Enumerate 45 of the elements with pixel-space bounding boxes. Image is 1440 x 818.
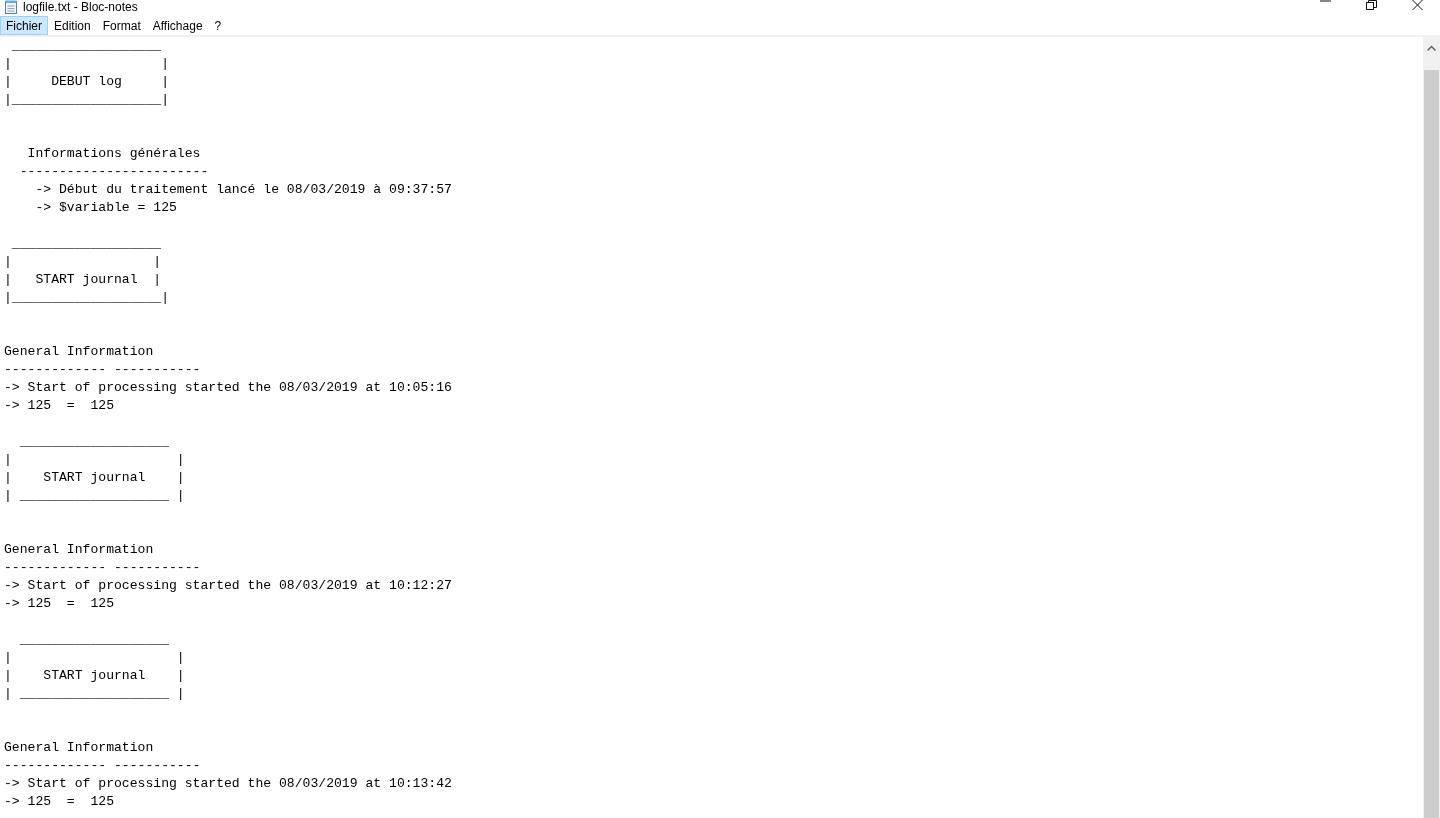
scroll-up-arrow-icon[interactable] (1427, 45, 1436, 51)
text-line: General Information (4, 344, 154, 359)
text-line: -> 125 = 125 (4, 794, 114, 809)
menu-item[interactable]: Edition (48, 16, 97, 35)
text-line: -> Début du traitement lancé le 08/03/2019 à 09:37:57 (34, 182, 452, 197)
text-line: | | (4, 452, 185, 467)
text-line: -> Start of processing started the 08/03/2019 at 10:05:16 (4, 380, 452, 395)
notepad-icon (4, 0, 18, 14)
text-line: ------------- ----------- (4, 362, 201, 377)
text-line: -> Start of processing started the 08/03/2019 at 10:12:27 (4, 578, 452, 593)
text-line: ___________________ (18, 632, 169, 647)
scrollbar[interactable] (1423, 37, 1440, 818)
menu-item[interactable]: Fichier (0, 16, 48, 35)
text-line: -> 125 = 125 (4, 398, 114, 413)
text-line: ___________________ (18, 434, 169, 449)
text-line: | START journal | (4, 470, 185, 485)
restore-icon[interactable] (1365, 0, 1377, 10)
text-line: General Information (4, 740, 154, 755)
text-line: |___________________| (4, 290, 169, 305)
text-line: | | (4, 56, 169, 71)
window-title: logfile.txt - Bloc-notes (23, 0, 138, 14)
text-line: | DEBUT log | (4, 74, 169, 89)
text-line: | | (4, 650, 185, 665)
text-line: ___________________ (10, 236, 162, 251)
text-line: | ___________________ | (4, 488, 185, 503)
text-line: | START journal | (4, 272, 162, 287)
text-line: -> Start of processing started the 08/03/2019 at 10:13:42 (4, 776, 452, 791)
menu-item[interactable]: Format (96, 16, 147, 35)
menu-item[interactable]: ? (208, 16, 228, 35)
minimize-icon[interactable] (1319, 0, 1331, 2)
text-line: ------------- ----------- (4, 560, 201, 575)
text-line: -> $variable = 125 (34, 200, 177, 215)
text-line: Informations générales (26, 146, 201, 161)
scroll-thumb[interactable] (1424, 70, 1439, 818)
text-line: | START journal | (4, 668, 185, 683)
close-icon[interactable] (1411, 0, 1423, 10)
text-line: ___________________ (10, 38, 162, 53)
text-line: | ___________________ | (4, 686, 185, 701)
text-line: ------------- ----------- (4, 758, 201, 773)
text-line: -> 125 = 125 (4, 596, 114, 611)
text-line: ------------------------ (18, 164, 209, 179)
text-line: General Information (4, 542, 154, 557)
text-line: | | (4, 254, 162, 269)
menu-item[interactable]: Affichage (146, 16, 209, 35)
text-line: |___________________| (4, 92, 169, 107)
